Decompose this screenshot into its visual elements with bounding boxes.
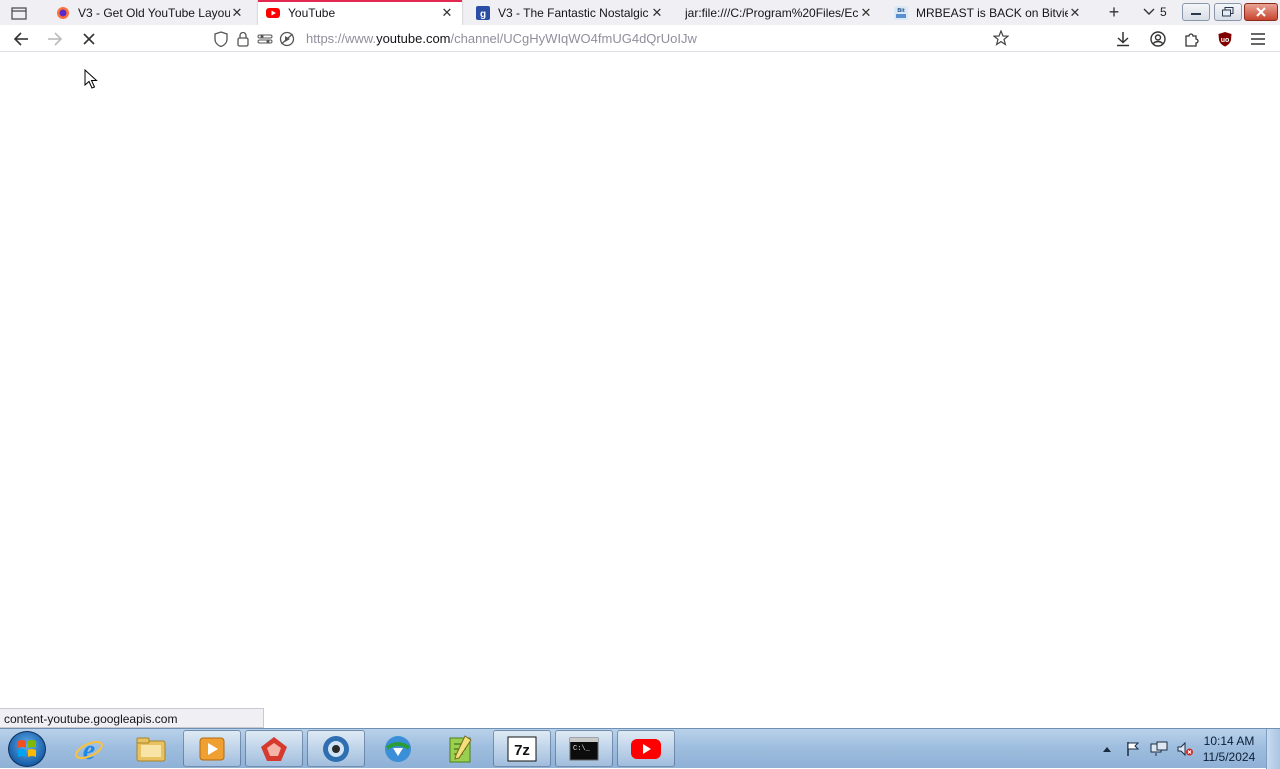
close-icon: [1256, 7, 1266, 17]
tab-jar-file[interactable]: jar:file:///C:/Program%20Files/Ec ✕: [677, 0, 877, 25]
taskbar-globe-browser[interactable]: [307, 730, 365, 767]
taskbar-command-prompt[interactable]: C:\_: [555, 730, 613, 767]
tab-count: 5: [1160, 5, 1167, 19]
hamburger-menu-icon: [1251, 33, 1265, 45]
tab-overflow-button[interactable]: [1142, 4, 1156, 20]
google-icon: g: [476, 5, 490, 20]
chevron-down-icon: [1143, 8, 1155, 15]
restore-button[interactable]: [1214, 3, 1242, 21]
forward-arrow-icon: [48, 32, 63, 46]
download-icon: [1117, 32, 1129, 47]
tab-title: MRBEAST is BACK on Bitview: [916, 5, 1068, 20]
close-tab-icon[interactable]: ✕: [230, 5, 244, 20]
app-menu-button[interactable]: [1247, 28, 1269, 50]
tab-title: jar:file:///C:/Program%20Files/Ec: [685, 5, 859, 20]
show-hidden-icons-button[interactable]: [1098, 740, 1116, 758]
globe-browser-icon: [323, 735, 349, 762]
youtube-icon: [266, 6, 280, 20]
svg-text:g: g: [480, 9, 486, 20]
tab-list-button[interactable]: [8, 4, 30, 22]
clock-time: 10:14 AM: [1203, 734, 1255, 748]
taskbar-media-player[interactable]: [183, 730, 241, 767]
show-desktop-button[interactable]: [1266, 729, 1280, 769]
tab-strip: V3 - Get Old YouTube Layout ✕ YouTube ✕ …: [0, 0, 1280, 25]
extensions-button[interactable]: [1181, 28, 1203, 50]
stop-button[interactable]: [78, 28, 100, 50]
tab-title: V3 - The Fantastic Nostalgic ': [498, 5, 650, 20]
permissions-icon[interactable]: [256, 30, 274, 48]
action-center-flag-icon[interactable]: [1124, 740, 1142, 758]
svg-text:C:\_: C:\_: [573, 745, 591, 753]
tab-v3-fantastic-nostalgic[interactable]: g V3 - The Fantastic Nostalgic ' ✕: [468, 0, 668, 25]
account-icon: [1150, 31, 1166, 47]
notepad-plus-icon: [449, 734, 472, 762]
close-tab-icon[interactable]: ✕: [1068, 5, 1082, 20]
svg-text:e: e: [83, 735, 95, 764]
windows-logo-icon: [18, 740, 36, 757]
navigation-toolbar: https://www.youtube.com/channel/UCgHyWIq…: [0, 25, 1280, 52]
page-content-area: [0, 52, 1280, 728]
windows-taskbar: e 7z C:\_ 10:14 AM 11/5/2024: [0, 728, 1280, 769]
firefox-addon-icon: [56, 6, 70, 20]
url-bar[interactable]: https://www.youtube.com/channel/UCgHyWIq…: [212, 27, 1012, 50]
stop-icon: [83, 33, 95, 45]
autoplay-blocked-icon[interactable]: [278, 30, 296, 48]
status-bar: content-youtube.googleapis.com: [0, 708, 264, 728]
tab-v3-get-old-youtube[interactable]: V3 - Get Old YouTube Layout ✕: [48, 0, 248, 25]
media-player-icon: [199, 737, 225, 760]
taskbar-notepad-plus[interactable]: [431, 730, 489, 767]
taskbar-internet-explorer[interactable]: e: [60, 730, 118, 767]
tab-youtube[interactable]: YouTube ✕: [258, 0, 462, 25]
close-tab-icon[interactable]: ✕: [440, 5, 454, 20]
close-tab-icon[interactable]: ✕: [859, 5, 873, 20]
clock-date: 11/5/2024: [1202, 750, 1256, 764]
tab-list-icon: [11, 7, 27, 20]
close-tab-icon[interactable]: ✕: [650, 5, 664, 20]
taskbar-firefox-red[interactable]: [245, 730, 303, 767]
tab-mrbeast-bitview[interactable]: Bit MRBEAST is BACK on Bitview ✕: [886, 0, 1086, 25]
ublock-origin-icon: uo: [1218, 32, 1232, 47]
forward-button[interactable]: [44, 28, 66, 50]
minimize-icon: [1191, 13, 1201, 15]
new-tab-button[interactable]: +: [1104, 3, 1124, 23]
ublock-origin-button[interactable]: uo: [1214, 28, 1236, 50]
tracking-protection-icon[interactable]: [212, 30, 230, 48]
file-explorer-icon: [136, 737, 166, 761]
bookmark-star-icon[interactable]: [992, 29, 1010, 47]
chevron-up-icon: [1103, 747, 1111, 752]
minimize-button[interactable]: [1182, 3, 1210, 21]
svg-text:uo: uo: [1221, 37, 1230, 44]
account-button[interactable]: [1147, 28, 1169, 50]
taskbar-youtube-app[interactable]: [617, 730, 675, 767]
svg-text:Bit: Bit: [897, 8, 905, 14]
7zip-icon: 7z: [507, 736, 537, 761]
tab-title: YouTube: [288, 5, 336, 20]
system-tray: [1098, 729, 1202, 769]
downloads-button[interactable]: [1112, 28, 1134, 50]
lock-icon[interactable]: [234, 30, 252, 48]
svg-text:7z: 7z: [514, 742, 530, 759]
url-text[interactable]: https://www.youtube.com/channel/UCgHyWIq…: [306, 31, 697, 46]
network-icon[interactable]: [1150, 740, 1168, 758]
taskbar-7zip[interactable]: 7z: [493, 730, 551, 767]
firefox-red-icon: [261, 736, 287, 761]
download-manager-icon: [385, 735, 411, 762]
back-arrow-icon: [13, 32, 28, 46]
puzzle-icon: [1185, 33, 1199, 47]
system-clock[interactable]: 10:14 AM 11/5/2024: [1196, 733, 1262, 765]
internet-explorer-icon: e: [75, 735, 103, 764]
restore-icon: [1222, 7, 1234, 17]
taskbar-download-manager[interactable]: [369, 730, 427, 767]
start-button[interactable]: [8, 731, 46, 767]
back-button[interactable]: [10, 28, 32, 50]
taskbar-file-explorer[interactable]: [122, 730, 180, 767]
volume-muted-icon[interactable]: [1176, 740, 1194, 758]
tab-title: V3 - Get Old YouTube Layout: [78, 5, 230, 20]
youtube-app-icon: [631, 738, 661, 759]
command-prompt-icon: C:\_: [569, 737, 599, 760]
mouse-cursor-icon: [84, 69, 98, 89]
bitview-icon: Bit: [894, 5, 908, 20]
close-window-button[interactable]: [1244, 3, 1278, 21]
